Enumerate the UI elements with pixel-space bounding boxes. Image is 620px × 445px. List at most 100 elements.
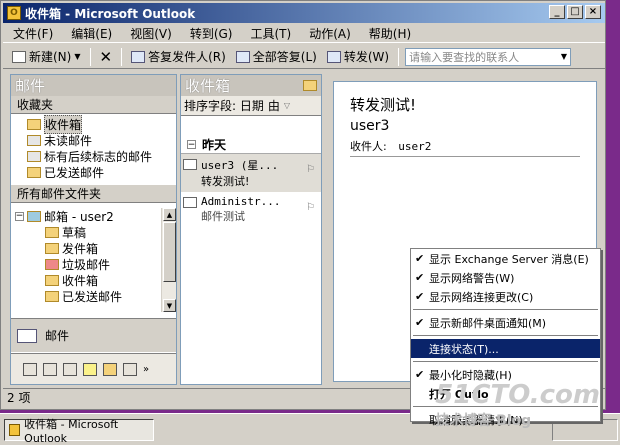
folder-icon: [303, 80, 317, 91]
message-subject: 转发测试!: [201, 175, 250, 188]
sort-label[interactable]: 排序字段: 日期: [184, 97, 264, 114]
forward-label: 转发(W): [343, 50, 390, 64]
tasks-icon[interactable]: [63, 362, 77, 376]
checkmark-icon: ✔: [415, 368, 425, 381]
reply-icon: [131, 50, 146, 63]
menu-actions[interactable]: 动作(A): [309, 25, 351, 42]
shortcuts-icon[interactable]: [123, 362, 137, 376]
new-button[interactable]: 新建(N) ▼: [9, 47, 84, 66]
fav-inbox[interactable]: 收件箱: [11, 114, 176, 134]
tree-drafts[interactable]: 草稿: [11, 224, 161, 240]
menu-bar: 文件(F) 编辑(E) 视图(V) 转到(G) 工具(T) 动作(A) 帮助(H…: [3, 24, 605, 43]
menu-show-connection-changes[interactable]: ✔ 显示网络连接更改(C): [411, 287, 600, 306]
inbox-icon: [45, 274, 59, 286]
taskbar-outlook-button[interactable]: 收件箱 - Microsoft Outlook: [4, 418, 154, 445]
scroll-down-icon[interactable]: ▼: [163, 299, 176, 312]
fav-flagged[interactable]: 标有后续标志的邮件: [11, 148, 176, 164]
outbox-icon: [45, 242, 59, 254]
menu-separator: [413, 309, 598, 310]
folder-list-icon[interactable]: [103, 362, 117, 376]
sort-bar[interactable]: 排序字段: 日期 由 ▽: [181, 96, 321, 116]
collapse-icon[interactable]: −: [15, 211, 24, 221]
dropdown-arrow-icon[interactable]: ▼: [74, 52, 80, 61]
toolbar: 新建(N) ▼ ✕ 答复发件人(R) 全部答复(L) 转发(W) 请输入要查找的…: [3, 45, 605, 69]
fav-unread[interactable]: 未读邮件: [11, 132, 176, 148]
folder-tree: − 邮箱 - user2 草稿 发件箱 垃圾邮件 收件箱 已发送邮件: [11, 208, 161, 312]
navigation-pane: 邮件 收藏夹 收件箱 未读邮件 标有后续标志的邮件 已发送邮件 所有邮件文件夹: [10, 74, 177, 385]
title-bar: O 收件箱 - Microsoft Outlook _ □ ×: [3, 3, 605, 23]
sort-arrow-icon[interactable]: ▽: [284, 101, 290, 110]
watermark: 51CTO.com 技术博客 Blog: [435, 380, 600, 429]
menu-show-new-mail-alert[interactable]: ✔ 显示新邮件桌面通知(M): [411, 313, 600, 332]
collapse-icon[interactable]: −: [187, 140, 196, 150]
message-from: Administr...: [201, 195, 281, 208]
folder-scrollbar[interactable]: ▲ ▼: [161, 208, 176, 312]
toolbar-separator: [398, 47, 400, 66]
search-folder-icon: [27, 150, 41, 162]
search-placeholder: 请输入要查找的联系人: [409, 50, 520, 64]
message-item[interactable]: Administr... 邮件测试 ⚐: [181, 192, 321, 230]
menu-help[interactable]: 帮助(H): [369, 25, 411, 42]
minimize-button[interactable]: _: [549, 5, 565, 19]
reading-from[interactable]: user3: [350, 118, 389, 134]
message-item[interactable]: user3 (星... 转发测试! ⚐: [181, 154, 321, 192]
outlook-icon: [9, 424, 21, 436]
all-folders-title: 所有邮件文件夹: [11, 185, 176, 203]
menu-tools[interactable]: 工具(T): [250, 25, 291, 42]
tree-sent[interactable]: 已发送邮件: [11, 288, 161, 304]
sent-folder-icon: [27, 166, 41, 178]
reply-all-label: 全部答复(L): [252, 50, 317, 64]
tree-outbox[interactable]: 发件箱: [11, 240, 161, 256]
menu-view[interactable]: 视图(V): [130, 25, 172, 42]
menu-separator: [413, 361, 598, 362]
scroll-up-icon[interactable]: ▲: [163, 208, 176, 221]
message-subject: 邮件测试: [201, 210, 245, 223]
menu-show-exchange-messages[interactable]: ✔ 显示 Exchange Server 消息(E): [411, 249, 600, 268]
inbox-icon: [27, 118, 41, 130]
maximize-button[interactable]: □: [567, 5, 583, 19]
reply-all-button[interactable]: 全部答复(L): [233, 47, 320, 66]
tree-inbox[interactable]: 收件箱: [11, 272, 161, 288]
group-header[interactable]: − 昨天: [181, 136, 321, 154]
menu-file[interactable]: 文件(F): [13, 25, 53, 42]
drafts-icon: [45, 226, 59, 238]
item-count: 2 项: [7, 391, 31, 405]
delete-button[interactable]: ✕: [97, 47, 116, 67]
reply-all-icon: [235, 50, 250, 63]
notes-icon[interactable]: [83, 362, 97, 376]
junk-icon: [45, 258, 59, 270]
configure-buttons-icon[interactable]: »: [143, 364, 149, 375]
fav-sent[interactable]: 已发送邮件: [11, 164, 176, 180]
toolbar-separator: [89, 47, 91, 66]
menu-go[interactable]: 转到(G): [190, 25, 233, 42]
message-list-pane: 收件箱 排序字段: 日期 由 ▽ − 昨天 user3 (星... 转发测试! …: [180, 74, 322, 385]
forward-button[interactable]: 转发(W): [324, 47, 392, 66]
flag-icon[interactable]: ⚐: [306, 164, 315, 175]
menu-edit[interactable]: 编辑(E): [71, 25, 112, 42]
envelope-icon: [183, 197, 197, 208]
chevron-down-icon[interactable]: ▼: [561, 52, 567, 61]
menu-connection-status[interactable]: 连接状态(T)...: [411, 339, 600, 358]
tree-mailbox[interactable]: − 邮箱 - user2: [11, 208, 161, 224]
tree-junk[interactable]: 垃圾邮件: [11, 256, 161, 272]
menu-show-network-warnings[interactable]: ✔ 显示网络警告(W): [411, 268, 600, 287]
divider: [350, 156, 580, 157]
toolbar-separator: [121, 47, 123, 66]
mail-nav-button[interactable]: 邮件: [11, 318, 176, 352]
contacts-icon[interactable]: [43, 362, 57, 376]
scroll-thumb[interactable]: [163, 222, 176, 282]
mail-icon: [17, 328, 37, 343]
forward-icon: [326, 50, 341, 63]
mailbox-icon: [27, 210, 41, 222]
calendar-icon[interactable]: [23, 362, 37, 376]
reply-button[interactable]: 答复发件人(R): [128, 47, 229, 66]
new-mail-icon: [12, 50, 26, 63]
outlook-icon: O: [7, 6, 21, 20]
contact-search-input[interactable]: 请输入要查找的联系人 ▼: [405, 47, 572, 66]
checkmark-icon: ✔: [415, 316, 425, 329]
sort-by[interactable]: 由: [268, 97, 280, 114]
close-button[interactable]: ×: [585, 5, 601, 19]
flag-icon[interactable]: ⚐: [306, 202, 315, 213]
delete-icon: ✕: [99, 47, 113, 66]
reading-to: 收件人: user2: [350, 140, 432, 153]
